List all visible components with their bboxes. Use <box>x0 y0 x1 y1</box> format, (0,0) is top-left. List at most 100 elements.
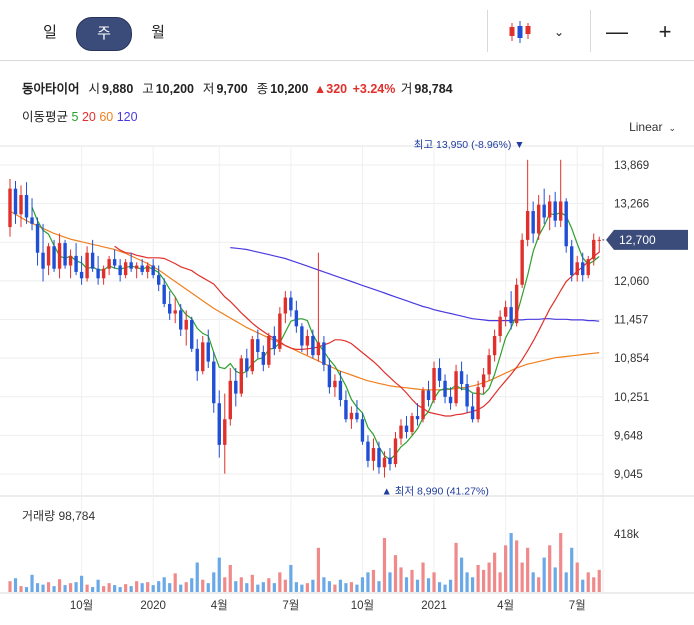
candle-body <box>487 355 491 375</box>
candle-body <box>283 297 288 314</box>
candle-body <box>96 268 100 279</box>
volume-bar <box>421 562 425 592</box>
volume-bar <box>256 584 260 592</box>
volume-bar <box>91 587 95 592</box>
candle-body <box>366 441 370 461</box>
volume-bar <box>487 562 491 592</box>
volume-bar <box>179 584 183 592</box>
candle-body <box>19 195 23 215</box>
candle-body <box>74 255 78 272</box>
candle-body <box>388 457 392 465</box>
candle-body <box>134 265 139 269</box>
candle-body <box>289 297 293 311</box>
candle-body <box>245 358 249 372</box>
candle-body <box>338 380 343 401</box>
candle-body <box>465 384 469 407</box>
volume-bar <box>498 572 502 592</box>
candle-body <box>393 438 398 465</box>
candle-body <box>90 252 95 269</box>
volume-bar <box>272 583 276 592</box>
candle-body <box>228 380 232 420</box>
candle-body <box>316 342 321 356</box>
volume-bar <box>482 569 486 592</box>
candle-body <box>575 262 579 276</box>
volume-bar <box>504 545 508 592</box>
volume-bar <box>454 542 458 592</box>
candle-body <box>8 188 12 228</box>
candle-body <box>24 195 29 218</box>
y-tick-label: 11,457 <box>614 315 648 327</box>
volume-bar <box>559 533 563 592</box>
candle-body <box>399 425 403 439</box>
volume-bar <box>212 572 216 592</box>
volume-bar <box>184 582 188 592</box>
candle-body <box>592 239 596 260</box>
candle-body <box>355 412 359 420</box>
candle-body <box>476 387 480 420</box>
y-tick-label: 10,854 <box>614 353 650 365</box>
candle-body <box>426 390 431 401</box>
volume-bar <box>102 586 106 592</box>
volume-bar <box>74 582 78 592</box>
volume-bar <box>46 582 51 592</box>
volume-bar <box>289 564 293 592</box>
candle-body <box>267 335 271 365</box>
volume-bar <box>250 574 254 592</box>
candle-body <box>542 204 546 218</box>
volume-bar <box>509 533 513 592</box>
candle-body <box>173 310 177 314</box>
price-chart[interactable]: 13,86913,26612,66312,06011,45710,85410,2… <box>0 0 694 625</box>
candle-body <box>371 448 376 461</box>
volume-bar <box>344 583 348 592</box>
volume-bar <box>63 585 67 592</box>
volume-bar <box>470 577 475 592</box>
volume-bar <box>371 569 376 592</box>
candle-body <box>360 419 365 442</box>
candle-body <box>311 335 315 356</box>
candle-body <box>300 326 304 346</box>
candle-body <box>597 239 601 241</box>
candle-body <box>57 243 62 269</box>
volume-bar <box>476 564 480 592</box>
volume-bar <box>140 583 144 592</box>
candle-body <box>531 211 535 234</box>
volume-bar <box>85 584 89 592</box>
volume-bar <box>162 577 166 592</box>
x-tick-label: 7월 <box>569 599 586 612</box>
volume-bar <box>35 583 40 592</box>
volume-bar <box>195 562 199 592</box>
volume-bar <box>311 579 315 592</box>
volume-bar <box>135 581 139 592</box>
candle-body <box>223 419 227 445</box>
candle-body <box>525 211 530 240</box>
candle-body <box>123 262 128 276</box>
volume-bar <box>349 582 354 592</box>
candle-body <box>79 271 84 279</box>
volume-bar <box>190 578 194 592</box>
volume-bar <box>404 577 409 592</box>
volume-bar <box>382 537 387 592</box>
candle-body <box>327 364 332 388</box>
x-tick-label: 4월 <box>211 599 228 612</box>
candle-body <box>547 201 552 218</box>
candle-body <box>35 223 40 253</box>
volume-bar <box>542 557 546 592</box>
volume-bar <box>239 577 243 592</box>
volume-bar <box>592 577 596 592</box>
volume-bar <box>294 582 298 592</box>
volume-bar <box>570 547 574 592</box>
candle-body <box>570 246 574 276</box>
volume-bar <box>96 579 100 592</box>
volume-bar <box>234 581 238 592</box>
volume-bar <box>360 577 365 592</box>
candle-body <box>151 265 155 276</box>
x-tick-label: 2021 <box>421 600 447 612</box>
candle-body <box>46 246 51 266</box>
candle-body <box>581 262 585 276</box>
volume-bar <box>432 572 436 592</box>
volume-bar <box>377 581 381 592</box>
volume-y-tick-label: 418k <box>614 529 639 541</box>
candle-body <box>322 342 326 365</box>
candle-body <box>558 201 563 221</box>
volume-bar <box>393 555 398 592</box>
